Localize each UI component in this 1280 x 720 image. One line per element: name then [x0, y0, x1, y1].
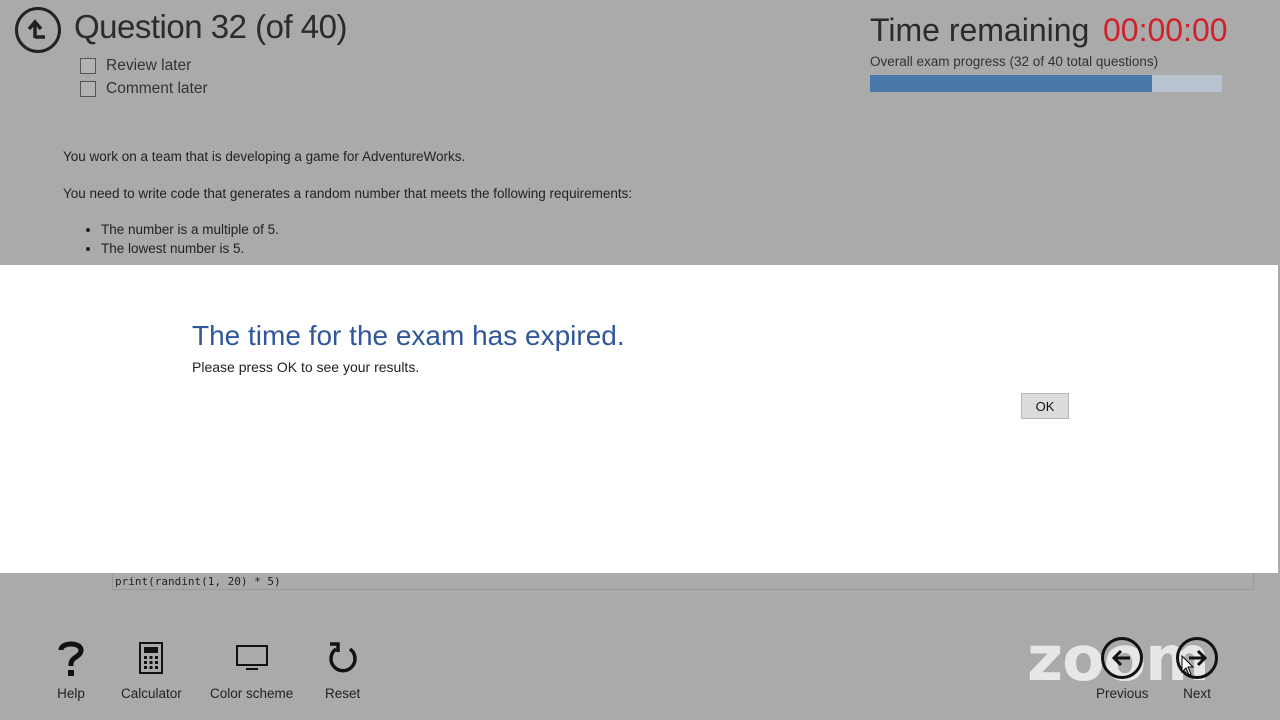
code-option-text: print(randint(1, 20) * 5): [115, 575, 281, 588]
next-label: Next: [1183, 686, 1211, 701]
review-later-box[interactable]: [80, 58, 96, 74]
back-arrow-icon: [27, 19, 45, 39]
requirement-item: The lowest number is 5.: [101, 241, 279, 257]
question-title: Question 32 (of 40): [74, 8, 348, 45]
back-button[interactable]: [15, 7, 61, 53]
reset-icon: [326, 638, 360, 678]
help-button[interactable]: Help: [56, 638, 86, 701]
review-later-label: Review later: [106, 57, 192, 74]
ok-button[interactable]: OK: [1021, 393, 1069, 419]
comment-later-checkbox[interactable]: Comment later: [80, 80, 208, 98]
reset-label: Reset: [325, 686, 361, 701]
requirements-list: The number is a multiple of 5. The lowes…: [86, 222, 279, 260]
monitor-icon: [235, 638, 269, 678]
exam-progress-fill: [870, 75, 1152, 92]
exam-expired-dialog: The time for the exam has expired. Pleas…: [0, 265, 1278, 573]
comment-later-box[interactable]: [80, 81, 96, 97]
time-remaining-label: Time remaining: [870, 12, 1090, 48]
previous-arrow-icon: [1101, 637, 1144, 679]
calculator-button[interactable]: Calculator: [121, 638, 182, 701]
exam-progress-label: Overall exam progress (32 of 40 total qu…: [870, 54, 1159, 69]
reset-button[interactable]: Reset: [325, 638, 360, 701]
question-line-2: You need to write code that generates a …: [63, 186, 633, 201]
color-scheme-button[interactable]: Color scheme: [210, 638, 293, 701]
time-remaining-value: 00:00:00: [1103, 12, 1228, 48]
calculator-label: Calculator: [121, 686, 182, 701]
review-later-checkbox[interactable]: Review later: [80, 57, 191, 75]
calculator-icon: [138, 638, 164, 678]
comment-later-label: Comment later: [106, 80, 208, 97]
requirement-item: The number is a multiple of 5.: [101, 222, 279, 238]
exam-progress-bar: [870, 75, 1222, 92]
color-scheme-label: Color scheme: [210, 686, 294, 701]
previous-button[interactable]: Previous: [1096, 637, 1149, 701]
question-mark-icon: [56, 638, 86, 678]
previous-label: Previous: [1096, 686, 1149, 701]
help-label: Help: [57, 686, 85, 701]
mouse-cursor-icon: [1181, 655, 1195, 676]
dialog-message: Please press OK to see your results.: [192, 359, 420, 375]
question-line-1: You work on a team that is developing a …: [63, 149, 466, 164]
code-option-box[interactable]: [112, 573, 1254, 590]
dialog-title: The time for the exam has expired.: [192, 320, 625, 351]
